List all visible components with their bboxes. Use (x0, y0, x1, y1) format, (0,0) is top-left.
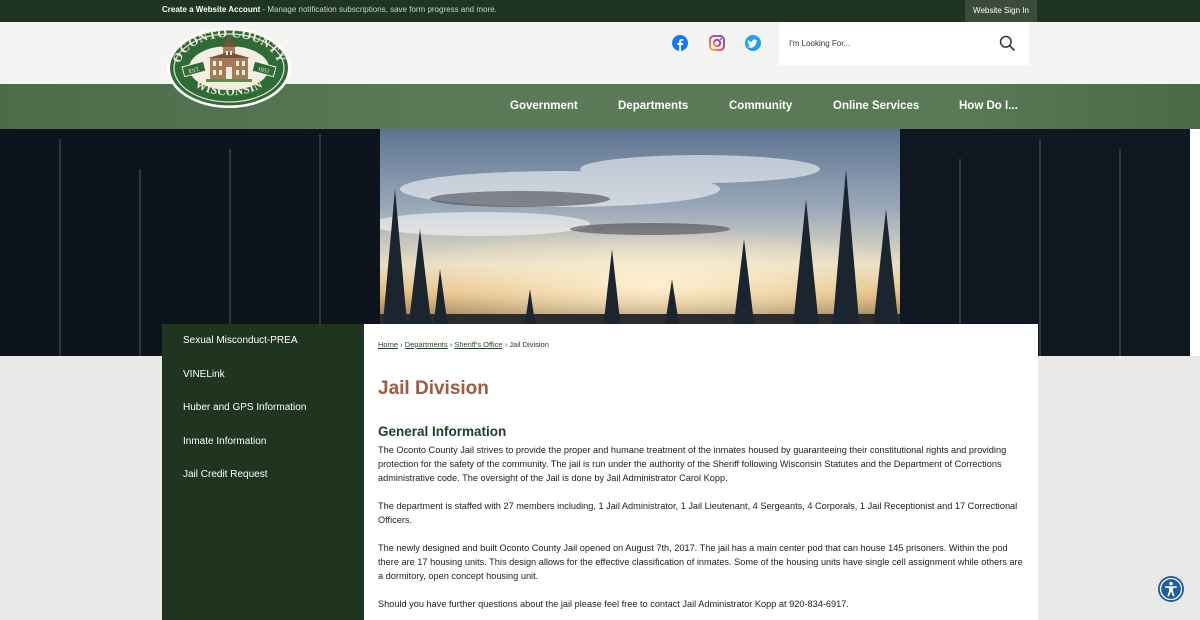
top-utility-bar: Create a Website Account - Manage notifi… (0, 0, 1200, 22)
paragraph-staff: The department is staffed with 27 member… (378, 501, 1018, 525)
instagram-icon[interactable] (709, 35, 725, 51)
create-account-label[interactable]: Create a Website Account (162, 5, 260, 14)
nav-community[interactable]: Community (729, 84, 792, 129)
section-sidebar: Sexual Misconduct-PREA VINELink Huber an… (162, 324, 364, 620)
nav-how-do-i[interactable]: How Do I... (959, 84, 1018, 129)
page-title: Jail Division (378, 378, 489, 399)
search-icon[interactable] (999, 35, 1015, 51)
hero-banner-image (0, 129, 1190, 356)
breadcrumb-home[interactable]: Home (378, 340, 398, 349)
county-logo[interactable]: OCONTO COUNTY WISCONSIN EST. 1851 (166, 26, 292, 109)
create-account-link[interactable]: Create a Website Account - Manage notifi… (162, 5, 497, 14)
breadcrumb-separator: › (504, 340, 508, 349)
hero-right-edge (1190, 129, 1200, 356)
breadcrumb-current: Jail Division (509, 340, 549, 349)
website-sign-in-button[interactable]: Website Sign In (965, 0, 1037, 22)
main-content: Home › Departments › Sheriff's Office › … (364, 324, 1038, 620)
paragraph-overview: The Oconto County Jail strives to provid… (378, 445, 1007, 483)
breadcrumb-separator: › (449, 340, 453, 349)
breadcrumb-separator: › (400, 340, 403, 349)
section-heading: General Information (378, 424, 507, 439)
sidebar-item-vinelink[interactable]: VINELink (183, 369, 225, 380)
paragraph-contact: Should you have further questions about … (378, 599, 849, 609)
create-account-description: - Manage notification subscriptions, sav… (260, 5, 497, 14)
paragraph-facility: The newly designed and built Oconto Coun… (378, 543, 1023, 581)
breadcrumb: Home › Departments › Sheriff's Office › … (378, 340, 549, 349)
sidebar-item-sexual-misconduct-prea[interactable]: Sexual Misconduct-PREA (183, 335, 298, 346)
sidebar-item-inmate-information[interactable]: Inmate Information (183, 436, 266, 447)
facebook-icon[interactable] (672, 35, 688, 51)
nav-online-services[interactable]: Online Services (833, 84, 919, 129)
accessibility-icon[interactable] (1158, 576, 1184, 602)
nav-departments[interactable]: Departments (618, 84, 688, 129)
sidebar-item-jail-credit-request[interactable]: Jail Credit Request (183, 469, 267, 480)
twitter-icon[interactable] (745, 35, 761, 51)
breadcrumb-sheriffs-office[interactable]: Sheriff's Office (454, 340, 502, 349)
search-input[interactable] (789, 35, 989, 51)
breadcrumb-departments[interactable]: Departments (405, 340, 448, 349)
site-search (779, 22, 1029, 65)
sidebar-item-huber-gps[interactable]: Huber and GPS Information (183, 402, 306, 413)
county-seal-icon: OCONTO COUNTY WISCONSIN EST. 1851 (167, 26, 291, 108)
nav-government[interactable]: Government (510, 84, 578, 129)
